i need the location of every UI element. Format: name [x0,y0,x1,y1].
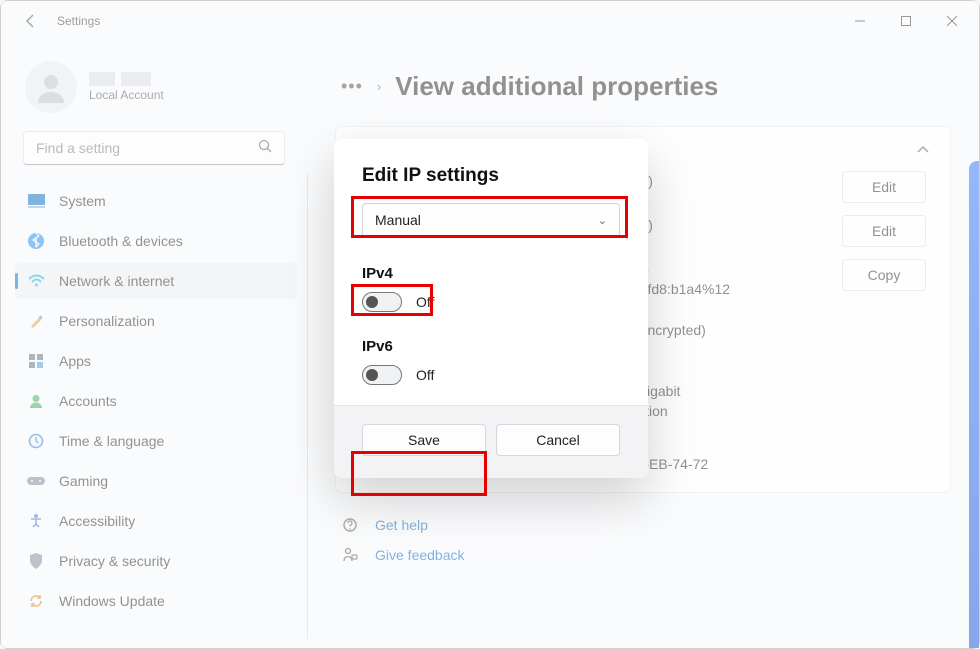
sidebar-item-label: Privacy & security [59,553,170,569]
sidebar-item-personalization[interactable]: Personalization [15,303,297,339]
feedback-icon [341,547,359,563]
sidebar-item-gaming[interactable]: Gaming [15,463,297,499]
account-icon [27,392,45,410]
edit-ip-dialog: Edit IP settings Manual ⌄ IPv4 Off IPv6 … [334,139,648,478]
window-controls [837,6,975,36]
update-icon [27,592,45,610]
nav-list: System Bluetooth & devices Network & int… [1,175,307,619]
search-field[interactable] [36,140,258,156]
brush-icon [27,312,45,330]
ipv6-heading: IPv6 [362,338,620,355]
get-help-label[interactable]: Get help [375,517,428,533]
user-name [89,72,164,86]
cancel-button[interactable]: Cancel [496,424,620,456]
breadcrumb-overflow[interactable]: ••• [341,76,363,97]
breadcrumb: ••• › View additional properties [335,65,951,126]
ipv6-toggle[interactable] [362,365,402,385]
save-button[interactable]: Save [362,424,486,456]
user-block[interactable]: Local Account [1,47,307,131]
edit-button[interactable]: Edit [842,215,926,247]
search-input[interactable] [23,131,285,165]
sidebar-item-accounts[interactable]: Accounts [15,383,297,419]
wifi-icon [27,272,45,290]
chevron-down-icon: ⌄ [598,214,607,227]
ipv4-toggle-label: Off [416,294,434,310]
help-links: Get help Give feedback [335,493,951,563]
bluetooth-icon [27,232,45,250]
page-title: View additional properties [395,71,718,102]
sidebar-item-label: Time & language [59,433,164,449]
gaming-icon [27,472,45,490]
sidebar-item-label: System [59,193,106,209]
clock-icon [27,432,45,450]
shield-icon [27,552,45,570]
sidebar-item-network[interactable]: Network & internet [15,263,297,299]
desktop-edge [969,161,979,648]
back-icon[interactable] [23,13,39,29]
edit-button[interactable]: Edit [842,171,926,203]
sidebar-item-label: Network & internet [59,273,174,289]
collapse-icon[interactable] [916,141,930,159]
sidebar-item-bluetooth[interactable]: Bluetooth & devices [15,223,297,259]
give-feedback-link[interactable]: Give feedback [341,547,951,563]
sidebar-item-privacy[interactable]: Privacy & security [15,543,297,579]
apps-icon [27,352,45,370]
help-icon [341,517,359,533]
sidebar: Local Account System Bluetooth & devices [1,47,311,648]
give-feedback-label[interactable]: Give feedback [375,547,465,563]
copy-button[interactable]: Copy [842,259,926,291]
sidebar-item-time-language[interactable]: Time & language [15,423,297,459]
avatar [25,61,77,113]
ipv4-heading: IPv4 [362,265,620,282]
chevron-right-icon: › [377,79,381,94]
sidebar-item-system[interactable]: System [15,183,297,219]
get-help-link[interactable]: Get help [341,517,951,533]
sidebar-item-apps[interactable]: Apps [15,343,297,379]
sidebar-item-label: Personalization [59,313,155,329]
sidebar-item-accessibility[interactable]: Accessibility [15,503,297,539]
close-button[interactable] [929,6,975,36]
ip-mode-dropdown[interactable]: Manual ⌄ [362,203,620,237]
sidebar-item-label: Accessibility [59,513,135,529]
user-subtitle: Local Account [89,88,164,102]
sidebar-item-label: Apps [59,353,91,369]
sidebar-item-label: Bluetooth & devices [59,233,183,249]
ipv4-toggle[interactable] [362,292,402,312]
ipv6-toggle-label: Off [416,367,434,383]
title-bar: Settings [1,1,979,41]
sidebar-item-label: Windows Update [59,593,165,609]
sidebar-item-label: Gaming [59,473,108,489]
app-title: Settings [57,14,100,28]
dropdown-value: Manual [375,212,421,228]
accessibility-icon [27,512,45,530]
sidebar-item-label: Accounts [59,393,117,409]
maximize-button[interactable] [883,6,929,36]
minimize-button[interactable] [837,6,883,36]
dialog-title: Edit IP settings [362,165,620,187]
sidebar-item-update[interactable]: Windows Update [15,583,297,619]
system-icon [27,192,45,210]
search-icon [258,139,272,158]
